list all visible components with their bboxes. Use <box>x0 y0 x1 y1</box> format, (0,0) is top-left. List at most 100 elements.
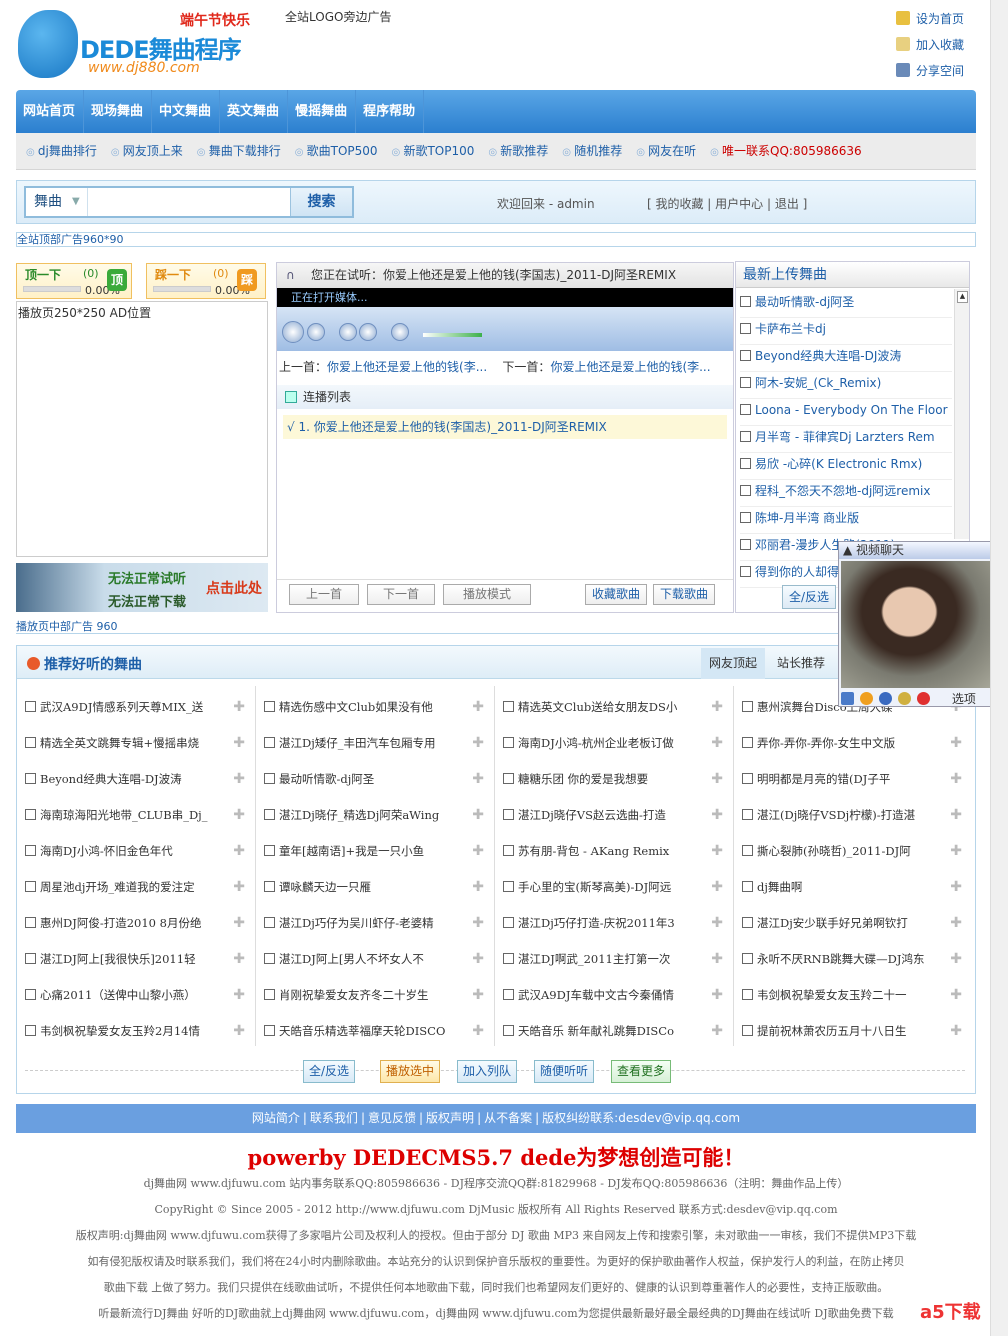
song-title[interactable]: Beyond经典大连唱-DJ波涛 <box>755 349 901 363</box>
checkbox[interactable] <box>740 539 751 550</box>
play-selected-button[interactable]: 播放选中 <box>380 1060 441 1083</box>
subnav-item[interactable]: 网友顶上来 <box>111 144 183 158</box>
footer-link[interactable]: 意见反馈 <box>368 1111 416 1125</box>
subnav-item[interactable]: dj舞曲排行 <box>26 144 97 158</box>
video-chat-header[interactable]: ▲ 视频聊天 <box>839 542 1007 559</box>
volume-slider[interactable] <box>423 333 482 337</box>
checkbox[interactable] <box>503 1025 514 1036</box>
song-title[interactable]: 易欣 -心碎(K Electronic Rmx) <box>755 457 922 471</box>
add-icon[interactable]: ✚ <box>711 840 723 862</box>
checkbox[interactable] <box>740 566 751 577</box>
add-icon[interactable]: ✚ <box>950 984 962 1006</box>
prev-button[interactable]: 上一首 <box>289 584 359 605</box>
user-links[interactable]: [ 我的收藏 | 用户中心 | 退出 ] <box>647 195 807 212</box>
next-song-link[interactable]: 你爱上他还是爱上他的钱(李... <box>550 360 710 374</box>
checkbox[interactable] <box>503 881 514 892</box>
footer-link[interactable]: 网站简介 <box>252 1111 300 1125</box>
checkbox[interactable] <box>264 737 275 748</box>
song-title[interactable]: 童年[越南语]+我是一只小鱼 <box>279 840 465 862</box>
song-title[interactable]: 湛江DJ阿上[男人不坏女人不 <box>279 948 465 970</box>
song-title[interactable]: 弄你-弄你-弄你-女生中文版 <box>757 732 943 754</box>
checkbox[interactable] <box>25 773 36 784</box>
add-icon[interactable]: ✚ <box>711 984 723 1006</box>
footer-link[interactable]: 联系我们 <box>310 1111 358 1125</box>
nav-chinese[interactable]: 中文舞曲 <box>152 90 221 133</box>
song-title[interactable]: 手心里的宝(斯琴高美)-DJ阿远 <box>518 876 704 898</box>
checkbox[interactable] <box>264 953 275 964</box>
checkbox[interactable] <box>25 737 36 748</box>
options-button[interactable]: 选项 <box>952 692 976 706</box>
subnav-item[interactable]: 网友在听 <box>636 144 696 158</box>
song-title[interactable]: 撕心裂肺(孙晓哲)_2011-DJ阿 <box>757 840 943 862</box>
footer-link[interactable]: 版权声明 <box>426 1111 474 1125</box>
share-space-link[interactable]: 分享空间 <box>896 62 964 88</box>
checkbox[interactable] <box>742 773 753 784</box>
search-button[interactable]: 搜索 <box>290 188 352 216</box>
site-logo[interactable]: 端午节快乐 DEDE舞曲程序 www.dj880.com <box>18 8 258 80</box>
song-title[interactable]: 湛江Dj矮仔_丰田汽车包厢专用 <box>279 732 465 754</box>
latest-song-item[interactable]: 阿木-安妮_(Ck_Remix) <box>740 372 952 399</box>
checkbox[interactable] <box>264 881 275 892</box>
song-title[interactable]: 心痛2011（送俾中山黎小燕） <box>40 984 226 1006</box>
latest-song-item[interactable]: Loona - Everybody On The Floor <box>740 399 952 426</box>
stop-icon[interactable] <box>307 323 325 341</box>
add-icon[interactable]: ✚ <box>711 876 723 898</box>
song-title[interactable]: 韦剑枫祝挚爱女友玉羚二十一 <box>757 984 943 1006</box>
checkbox[interactable] <box>742 953 753 964</box>
checkbox[interactable] <box>503 953 514 964</box>
add-icon[interactable]: ✚ <box>711 1020 723 1042</box>
song-title[interactable]: 武汉A9DJ情感系列天尊MIX_送 <box>40 696 226 718</box>
next-button[interactable]: 下一首 <box>367 584 435 605</box>
latest-song-item[interactable]: 月半弯 - 菲律宾Dj Larzters Rem <box>740 426 952 453</box>
footer-link[interactable]: 从不备案 <box>484 1111 532 1125</box>
subnav-item[interactable]: 新歌TOP100 <box>392 144 475 158</box>
checkbox[interactable] <box>740 323 751 334</box>
checkbox[interactable] <box>742 989 753 1000</box>
song-title[interactable]: 永听不厌RNB跳舞大碟—DJ鸿东 <box>757 948 943 970</box>
checkbox[interactable] <box>264 917 275 928</box>
add-icon[interactable]: ✚ <box>950 732 962 754</box>
subnav-item[interactable]: 随机推荐 <box>562 144 622 158</box>
add-icon[interactable]: ✚ <box>950 804 962 826</box>
checkbox[interactable] <box>740 377 751 388</box>
song-title[interactable]: 陈坤-月半湾 商业版 <box>755 511 859 525</box>
window-icon[interactable] <box>841 692 854 705</box>
vote-up-button[interactable]: 顶一下 (0) 0.00% 顶 <box>16 263 132 299</box>
add-icon[interactable]: ✚ <box>711 804 723 826</box>
song-title[interactable]: 最动听情歌-dj阿圣 <box>755 295 854 309</box>
song-title[interactable]: 湛江Dj巧仔打造-庆祝2011年3 <box>518 912 704 934</box>
song-title[interactable]: 精选全英文跳舞专辑+慢摇串烧 <box>40 732 226 754</box>
add-icon[interactable]: ✚ <box>711 948 723 970</box>
add-icon[interactable]: ✚ <box>950 876 962 898</box>
checkbox[interactable] <box>25 809 36 820</box>
song-title[interactable]: 明明都是月亮的错(DJ子平 <box>757 768 943 790</box>
song-title[interactable]: 湛江(Dj晓仔VSDj柠檬)-打造湛 <box>757 804 943 826</box>
add-icon[interactable]: ✚ <box>472 912 484 934</box>
add-icon[interactable]: ✚ <box>950 912 962 934</box>
tab-admin-pick[interactable]: 站长推荐 <box>769 648 833 679</box>
add-icon[interactable]: ✚ <box>233 876 245 898</box>
checkbox[interactable] <box>25 701 36 712</box>
checkbox[interactable] <box>503 917 514 928</box>
checkbox[interactable] <box>264 989 275 1000</box>
latest-song-item[interactable]: Beyond经典大连唱-DJ波涛 <box>740 345 952 372</box>
set-homepage-link[interactable]: 设为首页 <box>896 10 964 36</box>
latest-song-item[interactable]: 卡萨布兰卡dj <box>740 318 952 345</box>
subnav-item[interactable]: 舞曲下载排行 <box>197 144 281 158</box>
song-title[interactable]: 月半弯 - 菲律宾Dj Larzters Rem <box>755 430 935 444</box>
video-chat-popup[interactable]: ▲ 视频聊天 选项 <box>838 541 1008 707</box>
add-icon[interactable]: ✚ <box>950 948 962 970</box>
song-title[interactable]: 韦剑枫祝挚爱女友玉羚2月14情 <box>40 1020 226 1042</box>
prev-song-link[interactable]: 你爱上他还是爱上他的钱(李... <box>327 360 487 374</box>
checkbox[interactable] <box>742 845 753 856</box>
add-icon[interactable]: ✚ <box>472 948 484 970</box>
song-title[interactable]: 卡萨布兰卡dj <box>755 322 826 336</box>
song-title[interactable]: 糖糖乐团 你的爱是我想要 <box>518 768 704 790</box>
nav-live[interactable]: 现场舞曲 <box>84 90 153 133</box>
checkbox[interactable] <box>25 845 36 856</box>
checkbox[interactable] <box>740 512 751 523</box>
song-title[interactable]: 提前祝林萧农历五月十八日生 <box>757 1020 943 1042</box>
nav-slow[interactable]: 慢摇舞曲 <box>288 90 357 133</box>
nav-home[interactable]: 网站首页 <box>16 90 85 133</box>
download-song-button[interactable]: 下载歌曲 <box>653 584 715 605</box>
